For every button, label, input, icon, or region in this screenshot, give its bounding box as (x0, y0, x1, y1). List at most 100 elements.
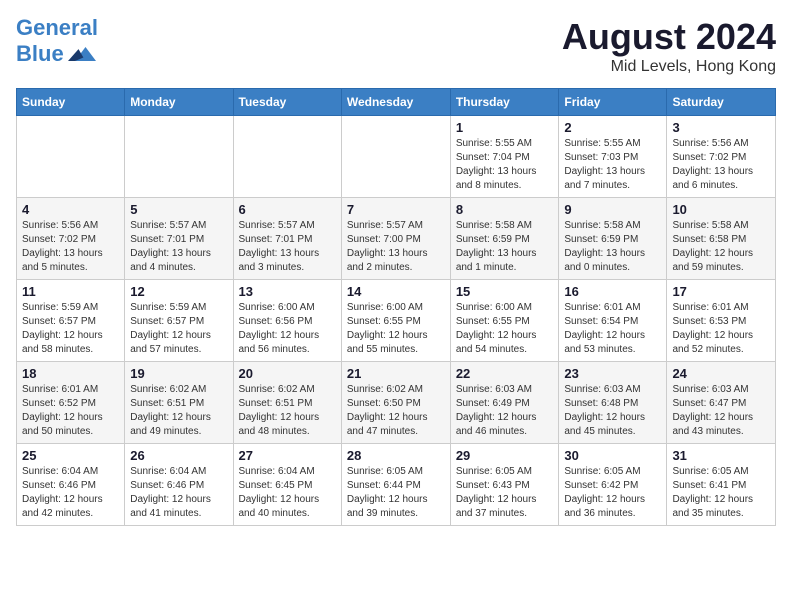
logo: General Blue (16, 16, 98, 68)
calendar-cell: 3 Sunrise: 5:56 AM Sunset: 7:02 PM Daylig… (667, 116, 776, 198)
day-number: 21 (347, 366, 445, 381)
day-number: 25 (22, 448, 119, 463)
day-number: 6 (239, 202, 336, 217)
calendar-cell: 11 Sunrise: 5:59 AM Sunset: 6:57 PM Dayli… (17, 280, 125, 362)
column-header-saturday: Saturday (667, 89, 776, 116)
day-info: Sunrise: 6:05 AM Sunset: 6:41 PM Dayligh… (672, 465, 770, 521)
calendar-cell (17, 116, 125, 198)
day-info: Sunrise: 6:04 AM Sunset: 6:46 PM Dayligh… (22, 465, 119, 521)
calendar-cell: 6Sunrise: 5:57 AM Sunset: 7:01 PM Daylig… (233, 198, 341, 280)
calendar-cell: 25 Sunrise: 6:04 AM Sunset: 6:46 PM Dayli… (17, 444, 125, 526)
day-info: Sunrise: 6:02 AM Sunset: 6:51 PM Dayligh… (239, 383, 336, 439)
title-block: August 2024 Mid Levels, Hong Kong (562, 16, 776, 76)
day-info: Sunrise: 6:01 AM Sunset: 6:54 PM Dayligh… (564, 301, 661, 357)
day-number: 14 (347, 284, 445, 299)
column-header-sunday: Sunday (17, 89, 125, 116)
calendar-header-row: SundayMondayTuesdayWednesdayThursdayFrid… (17, 89, 776, 116)
day-number: 17 (672, 284, 770, 299)
day-number: 9 (564, 202, 661, 217)
day-number: 24 (672, 366, 770, 381)
day-number: 29 (456, 448, 554, 463)
calendar-week-row: 1 Sunrise: 5:55 AM Sunset: 7:04 PM Daylig… (17, 116, 776, 198)
logo-icon (68, 40, 96, 68)
column-header-monday: Monday (125, 89, 233, 116)
calendar-cell: 13 Sunrise: 6:00 AM Sunset: 6:56 PM Dayli… (233, 280, 341, 362)
day-info: Sunrise: 5:56 AM Sunset: 7:02 PM Dayligh… (22, 219, 119, 275)
calendar-cell: 15Sunrise: 6:00 AM Sunset: 6:55 PM Dayli… (450, 280, 559, 362)
calendar-week-row: 25 Sunrise: 6:04 AM Sunset: 6:46 PM Dayli… (17, 444, 776, 526)
column-header-thursday: Thursday (450, 89, 559, 116)
day-number: 28 (347, 448, 445, 463)
day-number: 13 (239, 284, 336, 299)
calendar-cell: 2Sunrise: 5:55 AM Sunset: 7:03 PM Daylig… (559, 116, 667, 198)
day-number: 8 (456, 202, 554, 217)
calendar-cell: 20 Sunrise: 6:02 AM Sunset: 6:51 PM Dayli… (233, 362, 341, 444)
day-number: 2 (564, 120, 661, 135)
day-number: 11 (22, 284, 119, 299)
calendar-cell: 5Sunrise: 5:57 AM Sunset: 7:01 PM Daylig… (125, 198, 233, 280)
page-subtitle: Mid Levels, Hong Kong (562, 58, 776, 76)
day-info: Sunrise: 6:04 AM Sunset: 6:45 PM Dayligh… (239, 465, 336, 521)
calendar-cell: 30 Sunrise: 6:05 AM Sunset: 6:42 PM Dayli… (559, 444, 667, 526)
day-info: Sunrise: 5:58 AM Sunset: 6:59 PM Dayligh… (456, 219, 554, 275)
calendar-cell: 21 Sunrise: 6:02 AM Sunset: 6:50 PM Dayli… (341, 362, 450, 444)
calendar-cell: 31 Sunrise: 6:05 AM Sunset: 6:41 PM Dayli… (667, 444, 776, 526)
calendar-week-row: 11 Sunrise: 5:59 AM Sunset: 6:57 PM Dayli… (17, 280, 776, 362)
day-info: Sunrise: 6:01 AM Sunset: 6:53 PM Dayligh… (672, 301, 770, 357)
day-info: Sunrise: 6:00 AM Sunset: 6:56 PM Dayligh… (239, 301, 336, 357)
calendar-cell: 17 Sunrise: 6:01 AM Sunset: 6:53 PM Dayli… (667, 280, 776, 362)
day-info: Sunrise: 6:03 AM Sunset: 6:49 PM Dayligh… (456, 383, 554, 439)
logo-text: General (16, 16, 98, 40)
calendar-cell: 28Sunrise: 6:05 AM Sunset: 6:44 PM Dayli… (341, 444, 450, 526)
calendar-cell: 9Sunrise: 5:58 AM Sunset: 6:59 PM Daylig… (559, 198, 667, 280)
calendar-cell (125, 116, 233, 198)
day-info: Sunrise: 5:59 AM Sunset: 6:57 PM Dayligh… (130, 301, 227, 357)
day-info: Sunrise: 5:55 AM Sunset: 7:04 PM Dayligh… (456, 137, 554, 193)
day-number: 31 (672, 448, 770, 463)
calendar-cell: 18Sunrise: 6:01 AM Sunset: 6:52 PM Dayli… (17, 362, 125, 444)
day-info: Sunrise: 6:02 AM Sunset: 6:51 PM Dayligh… (130, 383, 227, 439)
day-number: 1 (456, 120, 554, 135)
day-number: 19 (130, 366, 227, 381)
day-number: 22 (456, 366, 554, 381)
calendar-cell: 12 Sunrise: 5:59 AM Sunset: 6:57 PM Dayli… (125, 280, 233, 362)
calendar-cell: 19 Sunrise: 6:02 AM Sunset: 6:51 PM Dayli… (125, 362, 233, 444)
calendar-cell (341, 116, 450, 198)
day-number: 30 (564, 448, 661, 463)
day-number: 16 (564, 284, 661, 299)
day-number: 23 (564, 366, 661, 381)
day-number: 12 (130, 284, 227, 299)
day-info: Sunrise: 5:58 AM Sunset: 6:58 PM Dayligh… (672, 219, 770, 275)
day-info: Sunrise: 5:57 AM Sunset: 7:01 PM Dayligh… (130, 219, 227, 275)
calendar-cell: 26Sunrise: 6:04 AM Sunset: 6:46 PM Dayli… (125, 444, 233, 526)
day-info: Sunrise: 6:05 AM Sunset: 6:42 PM Dayligh… (564, 465, 661, 521)
column-header-tuesday: Tuesday (233, 89, 341, 116)
day-info: Sunrise: 5:56 AM Sunset: 7:02 PM Dayligh… (672, 137, 770, 193)
day-info: Sunrise: 6:00 AM Sunset: 6:55 PM Dayligh… (347, 301, 445, 357)
page-header: General Blue August 2024 Mid Levels, Hon… (16, 16, 776, 76)
calendar-cell: 23Sunrise: 6:03 AM Sunset: 6:48 PM Dayli… (559, 362, 667, 444)
logo-blue-text: Blue (16, 42, 64, 66)
day-number: 3 (672, 120, 770, 135)
day-info: Sunrise: 6:00 AM Sunset: 6:55 PM Dayligh… (456, 301, 554, 357)
calendar-table: SundayMondayTuesdayWednesdayThursdayFrid… (16, 88, 776, 526)
calendar-cell: 8 Sunrise: 5:58 AM Sunset: 6:59 PM Daylig… (450, 198, 559, 280)
column-header-friday: Friday (559, 89, 667, 116)
day-info: Sunrise: 6:02 AM Sunset: 6:50 PM Dayligh… (347, 383, 445, 439)
day-number: 20 (239, 366, 336, 381)
calendar-cell: 29Sunrise: 6:05 AM Sunset: 6:43 PM Dayli… (450, 444, 559, 526)
calendar-cell: 4 Sunrise: 5:56 AM Sunset: 7:02 PM Daylig… (17, 198, 125, 280)
day-info: Sunrise: 5:59 AM Sunset: 6:57 PM Dayligh… (22, 301, 119, 357)
day-info: Sunrise: 6:01 AM Sunset: 6:52 PM Dayligh… (22, 383, 119, 439)
calendar-week-row: 18Sunrise: 6:01 AM Sunset: 6:52 PM Dayli… (17, 362, 776, 444)
calendar-cell: 27Sunrise: 6:04 AM Sunset: 6:45 PM Dayli… (233, 444, 341, 526)
calendar-cell: 1 Sunrise: 5:55 AM Sunset: 7:04 PM Daylig… (450, 116, 559, 198)
calendar-week-row: 4 Sunrise: 5:56 AM Sunset: 7:02 PM Daylig… (17, 198, 776, 280)
calendar-cell (233, 116, 341, 198)
day-number: 4 (22, 202, 119, 217)
calendar-cell: 24Sunrise: 6:03 AM Sunset: 6:47 PM Dayli… (667, 362, 776, 444)
calendar-cell: 16 Sunrise: 6:01 AM Sunset: 6:54 PM Dayli… (559, 280, 667, 362)
day-number: 10 (672, 202, 770, 217)
day-info: Sunrise: 5:57 AM Sunset: 7:00 PM Dayligh… (347, 219, 445, 275)
calendar-cell: 7Sunrise: 5:57 AM Sunset: 7:00 PM Daylig… (341, 198, 450, 280)
